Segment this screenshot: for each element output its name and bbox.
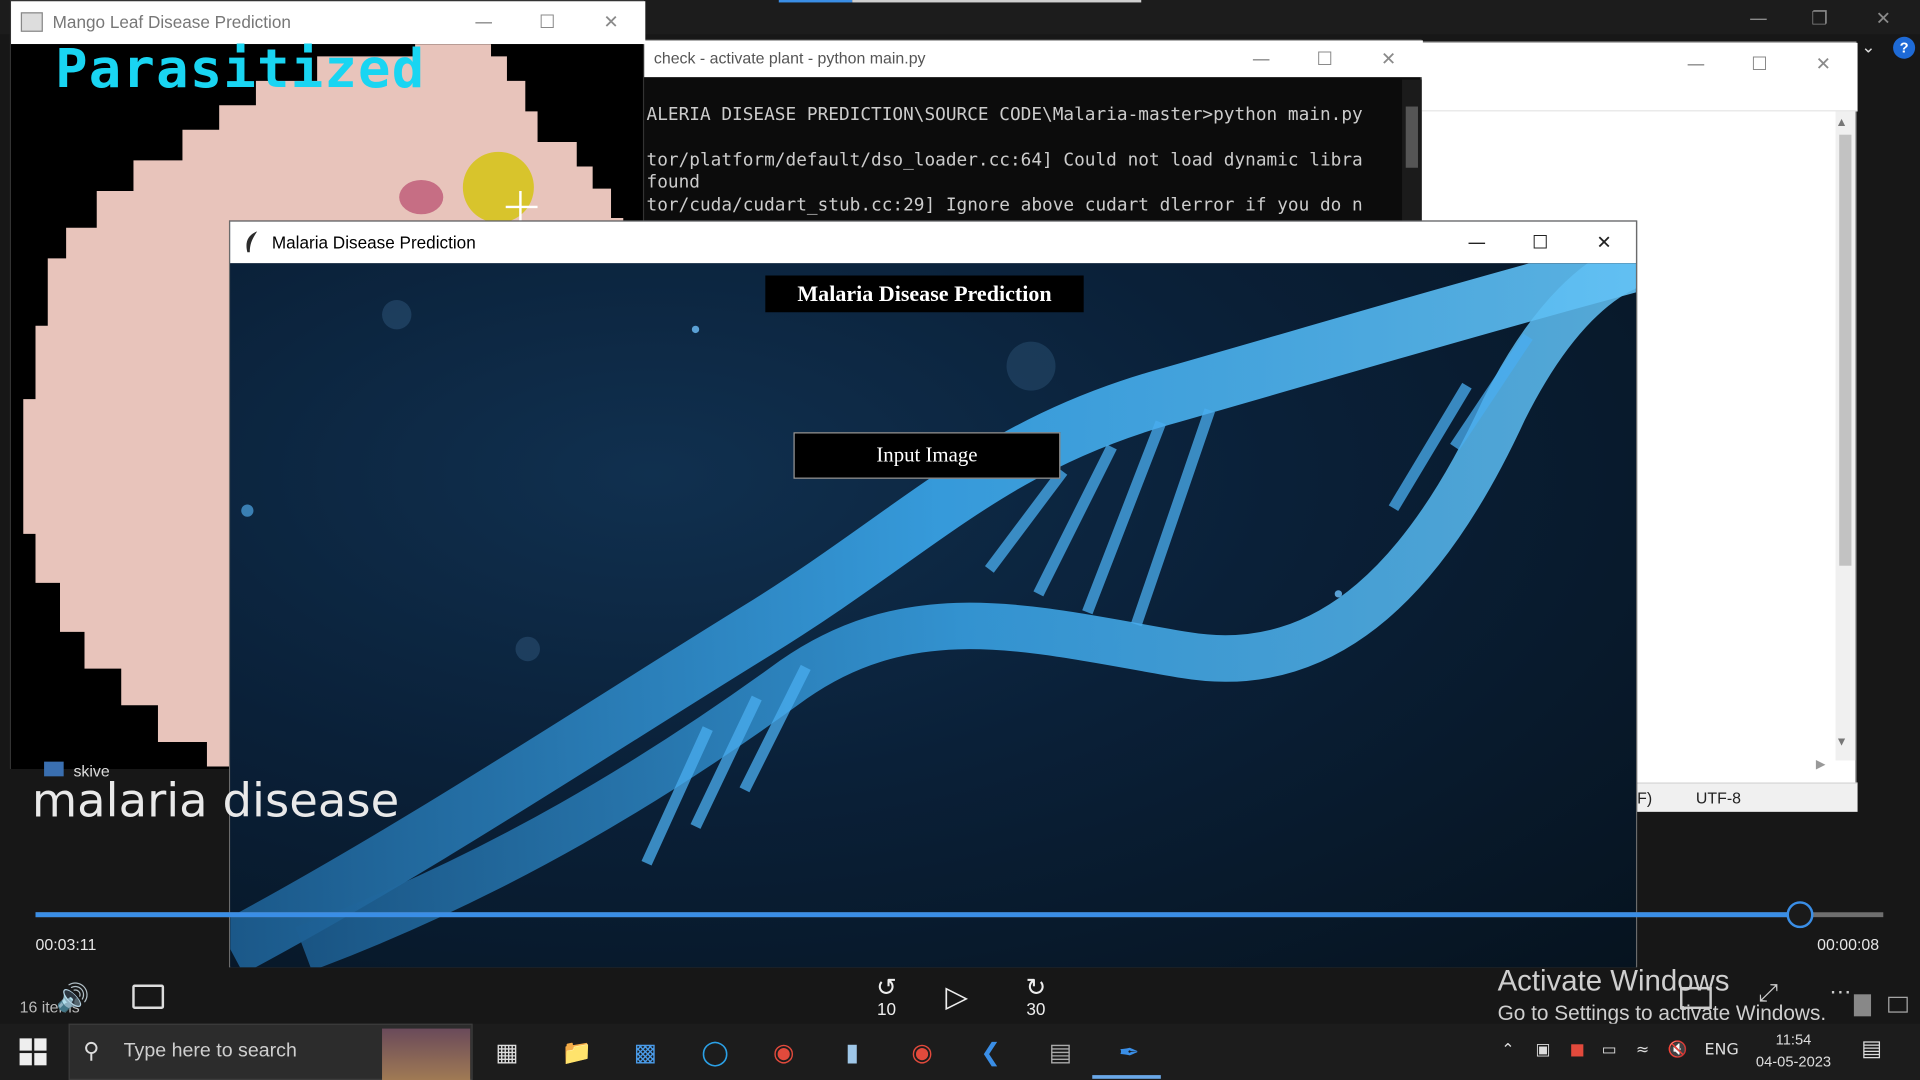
rewind-arrow-icon: ↺ xyxy=(876,974,897,1002)
activate-windows-watermark: Activate Windows Go to Settings to activ… xyxy=(1498,965,1827,1026)
console-line: found xyxy=(646,172,700,193)
console-line: ALERIA DISEASE PREDICTION\SOURCE CODE\Ma… xyxy=(646,105,1363,125)
malaria-maximize-button[interactable]: ☐ xyxy=(1516,224,1565,261)
elapsed-time: 00:03:11 xyxy=(35,935,97,954)
task-view-icon[interactable]: ▦ xyxy=(487,1032,526,1071)
captions-icon[interactable] xyxy=(132,984,165,1009)
vscode-icon[interactable]: ❮ xyxy=(971,1032,1010,1071)
scroll-up-arrow-icon[interactable]: ▲ xyxy=(1836,116,1848,129)
chrome-profile-icon[interactable]: ◉ xyxy=(902,1032,941,1071)
screen: — ❐ ✕ ⌄ ? — ☐ ✕ ▲ ▼ ▶ F) UTF-8 check - a… xyxy=(0,0,1920,1080)
active-app-indicator xyxy=(1092,1075,1161,1079)
speaker-muted-icon[interactable]: 🔇 xyxy=(1668,1041,1688,1059)
app-heading: Malaria Disease Prediction xyxy=(765,275,1084,313)
loading-bar-accent xyxy=(778,0,853,3)
malaria-close-button[interactable]: ✕ xyxy=(1580,224,1629,261)
input-image-button[interactable]: Input Image xyxy=(793,432,1061,479)
console-scrollbar[interactable] xyxy=(1402,79,1422,225)
editor-maximize-button[interactable]: ☐ xyxy=(1735,45,1784,82)
search-placeholder: Type here to search xyxy=(123,1040,297,1062)
mango-close-button[interactable]: ✕ xyxy=(587,4,636,41)
terminal-icon[interactable]: ▤ xyxy=(1041,1032,1080,1071)
player-restore-button[interactable]: ❐ xyxy=(1795,0,1844,37)
seek-bar-progress xyxy=(35,912,1801,918)
feather-icon xyxy=(246,231,258,253)
prediction-label: Parasitized xyxy=(55,37,426,101)
malaria-window-title: Malaria Disease Prediction xyxy=(271,232,476,253)
editor-close-button[interactable]: ✕ xyxy=(1799,45,1848,82)
tray-app-icon[interactable]: ■ xyxy=(1570,1041,1585,1059)
console-window: check - activate plant - python main.py … xyxy=(642,39,1423,225)
video-title: malaria disease xyxy=(31,773,400,828)
malaria-titlebar: Malaria Disease Prediction xyxy=(230,221,1636,264)
skip-forward-seconds: 30 xyxy=(1026,999,1046,1019)
console-close-button[interactable]: ✕ xyxy=(1364,40,1413,77)
chrome-icon[interactable]: ◉ xyxy=(764,1032,803,1071)
activate-line2: Go to Settings to activate Windows. xyxy=(1497,1001,1827,1025)
tray-chevron-icon[interactable]: ⌃ xyxy=(1501,1041,1514,1059)
console-minimize-button[interactable]: — xyxy=(1237,40,1286,77)
player-close-button[interactable]: ✕ xyxy=(1859,0,1908,37)
notifications-icon[interactable]: ▤ xyxy=(1861,1036,1882,1062)
malaria-window: Malaria Disease Prediction — ☐ ✕ Malaria… xyxy=(228,220,1638,968)
wifi-icon[interactable]: ≈ xyxy=(1636,1041,1649,1059)
malaria-background: Malaria Disease Prediction Input Image xyxy=(230,263,1636,968)
console-maximize-button[interactable]: ☐ xyxy=(1300,40,1349,77)
editor-titlebar xyxy=(1421,42,1858,112)
remaining-time: 00:00:08 xyxy=(1817,935,1880,954)
battery-icon[interactable]: ▭ xyxy=(1602,1041,1617,1059)
status-encoding: UTF-8 xyxy=(1695,788,1742,807)
skip-forward-button[interactable]: ↻ 30 xyxy=(1011,974,1060,1019)
more-options-icon[interactable]: ⋯ xyxy=(1829,980,1851,1006)
help-icon[interactable]: ? xyxy=(1893,36,1916,59)
player-minimize-button[interactable]: — xyxy=(1734,0,1783,37)
skip-back-button[interactable]: ↺ 10 xyxy=(862,974,911,1019)
clock[interactable]: 11:54 04-05-2023 xyxy=(1756,1029,1831,1073)
console-line: tor/cuda/cudart_stub.cc:29] Ignore above… xyxy=(646,195,1363,216)
seek-bar-thumb[interactable] xyxy=(1786,901,1814,929)
editor-scroll-thumb[interactable] xyxy=(1839,134,1852,566)
editor-minimize-button[interactable]: — xyxy=(1671,45,1720,82)
windows-start-icon[interactable] xyxy=(19,1038,47,1066)
language-indicator[interactable]: ENG xyxy=(1705,1041,1739,1059)
scroll-down-arrow-icon[interactable]: ▼ xyxy=(1836,736,1848,749)
edge-icon[interactable]: ◯ xyxy=(696,1032,735,1071)
play-button[interactable]: ▷ xyxy=(945,980,968,1016)
mango-minimize-button[interactable]: — xyxy=(459,4,508,41)
console-line: tor/platform/default/dso_loader.cc:64] C… xyxy=(646,150,1363,171)
activate-line1: Activate Windows xyxy=(1497,964,1730,998)
status-line-ending: F) xyxy=(1637,788,1653,807)
clock-date: 04-05-2023 xyxy=(1755,1053,1832,1071)
file-explorer-icon[interactable]: 📁 xyxy=(557,1032,596,1071)
loading-bar xyxy=(852,0,1142,3)
meet-now-icon[interactable]: ▣ xyxy=(1536,1041,1551,1059)
view-toggle-icon[interactable] xyxy=(1853,994,1872,1017)
forward-arrow-icon: ↻ xyxy=(1025,974,1047,1002)
python-feather-icon[interactable]: ✒ xyxy=(1109,1032,1148,1071)
clock-time: 11:54 xyxy=(1775,1031,1812,1049)
preview-pane-icon[interactable] xyxy=(1888,996,1908,1013)
volume-icon[interactable]: 🔊 xyxy=(56,982,90,1014)
store-icon[interactable]: ▩ xyxy=(626,1032,665,1071)
dna-helix-image xyxy=(230,263,1636,968)
mango-window-title: Mango Leaf Disease Prediction xyxy=(52,12,291,32)
console-scroll-thumb[interactable] xyxy=(1405,106,1418,168)
chevron-down-icon[interactable]: ⌄ xyxy=(1861,37,1875,58)
malaria-minimize-button[interactable]: — xyxy=(1452,224,1501,261)
app-icon xyxy=(20,12,43,32)
skip-back-seconds: 10 xyxy=(876,999,897,1019)
search-highlight-image xyxy=(382,1028,471,1080)
mango-maximize-button[interactable]: ☐ xyxy=(523,4,572,41)
console-title: check - activate plant - python main.py xyxy=(653,48,926,68)
search-icon: ⚲ xyxy=(83,1038,100,1063)
notepad-icon[interactable]: ▮ xyxy=(833,1032,872,1071)
scroll-right-arrow-icon[interactable]: ▶ xyxy=(1816,758,1825,771)
